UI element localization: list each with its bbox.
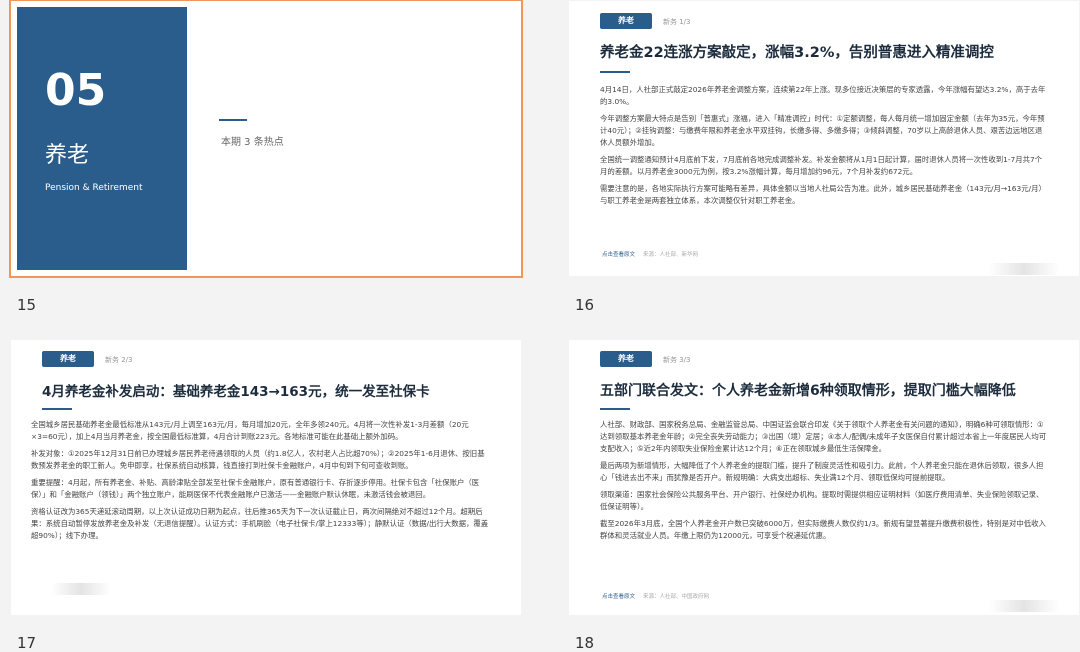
paragraph: 需要注意的是，各地实际执行方案可能略有差异，具体金额以当地人社局公告为准。此外，… (600, 184, 1046, 205)
headline-rule (600, 408, 630, 410)
paragraph: 资格认证改为365天递延滚动周期，以上次认证成功日期为起点，往后推365天为下一… (31, 507, 489, 540)
paragraph: 全国统一调整通知预计4月底前下发，7月底前各地完成调整补发。补发金额将从1月1日… (600, 155, 1043, 176)
paragraph: 今年调整方案最大特点是告别「普惠式」涨福，进入「精准调控」时代：①定额调整，每人… (600, 114, 1045, 147)
source-text: 来源：人社部、新华网 (643, 252, 699, 258)
category-tag: 养老 (600, 13, 652, 29)
paragraph: 重要提醒：4月起，所有养老金、补贴、高龄津贴全部发至社保卡金融账户，原有普通银行… (31, 478, 480, 499)
blurred-watermark (51, 583, 111, 595)
slide-body: 4月14日，人社部正式敲定2026年养老金调整方案，连续第22年上涨。现多位接近… (600, 84, 1048, 212)
blurred-watermark (989, 600, 1059, 612)
blurred-watermark (989, 263, 1059, 275)
slide-footer: 点击查看原文 来源：人社部、新华网 (602, 250, 698, 258)
headline-rule (42, 408, 72, 410)
paragraph: 人社部、财政部、国家税务总局、金融监管总局、中国证监会联合印发《关于领取个人养老… (600, 420, 1047, 453)
slide-thumbnail-17[interactable]: 养老 新务 2/3 4月养老金补发启动：基础养老金143→163元，统一发至社保… (11, 340, 521, 615)
slide-body: 人社部、财政部、国家税务总局、金融监管总局、中国证监会联合印发《关于领取个人养老… (600, 419, 1048, 547)
cover-panel: 05 养老 Pension & Retirement (17, 7, 187, 270)
category-tag: 养老 (600, 351, 652, 367)
paragraph: 领取渠道：国家社会保险公共服务平台、开户银行、社保经办机构。提取时需提供相应证明… (600, 490, 1044, 511)
slide-thumbnail-18[interactable]: 养老 新务 3/3 五部门联合发文：个人养老金新增6种领取情形，提取门槛大幅降低… (569, 340, 1079, 615)
slide-body: 全国城乡居民基础养老金最低标准从143元/月上调至163元/月，每月增加20元，… (31, 419, 491, 547)
section-caption: 本期 3 条热点 (221, 137, 284, 148)
paragraph: 4月14日，人社部正式敲定2026年养老金调整方案，连续第22年上涨。现多位接近… (600, 85, 1046, 106)
slide-thumbnail-16[interactable]: 养老 新务 1/3 养老金22连涨方案敲定，涨幅3.2%，告别普惠进入精准调控 … (569, 1, 1079, 276)
slide-number: 16 (575, 296, 595, 314)
page-indicator: 新务 1/3 (663, 18, 691, 26)
paragraph: 最后两项为新增情形，大幅降低了个人养老金的提取门槛，提升了制度灵活性和吸引力。此… (600, 461, 1044, 482)
paragraph: 补发对象：①2025年12月31日前已办理城乡居民养老待遇领取的人员（约1.8亿… (31, 449, 485, 470)
slide-footer: 点击查看原文 来源：人社部、中国政府网 (602, 592, 709, 600)
accent-rule (219, 119, 247, 121)
paragraph: 截至2026年3月底，全国个人养老金开户数已突破6000万，但实际缴费人数仅约1… (600, 519, 1046, 540)
paragraph: 全国城乡居民基础养老金最低标准从143元/月上调至163元/月，每月增加20元，… (31, 420, 469, 441)
category-tag: 养老 (42, 351, 94, 367)
slide-headline: 养老金22连涨方案敲定，涨幅3.2%，告别普惠进入精准调控 (600, 45, 994, 61)
slide-thumbnail-15[interactable]: 05 养老 Pension & Retirement 本期 3 条热点 (9, 0, 523, 278)
page-indicator: 新务 2/3 (105, 356, 133, 364)
section-subtitle: Pension & Retirement (45, 183, 143, 193)
slide-number: 17 (17, 634, 37, 652)
slide-number: 18 (575, 634, 595, 652)
source-link[interactable]: 点击查看原文 (602, 252, 635, 258)
slide-headline: 五部门联合发文：个人养老金新增6种领取情形，提取门槛大幅降低 (600, 383, 1016, 399)
headline-rule (600, 71, 630, 73)
slide-headline: 4月养老金补发启动：基础养老金143→163元，统一发至社保卡 (42, 384, 430, 400)
source-text: 来源：人社部、中国政府网 (643, 594, 710, 600)
section-title: 养老 (45, 143, 90, 168)
source-link[interactable]: 点击查看原文 (602, 594, 635, 600)
section-number: 05 (45, 65, 107, 116)
page-indicator: 新务 3/3 (663, 356, 691, 364)
slide-number: 15 (17, 296, 37, 314)
